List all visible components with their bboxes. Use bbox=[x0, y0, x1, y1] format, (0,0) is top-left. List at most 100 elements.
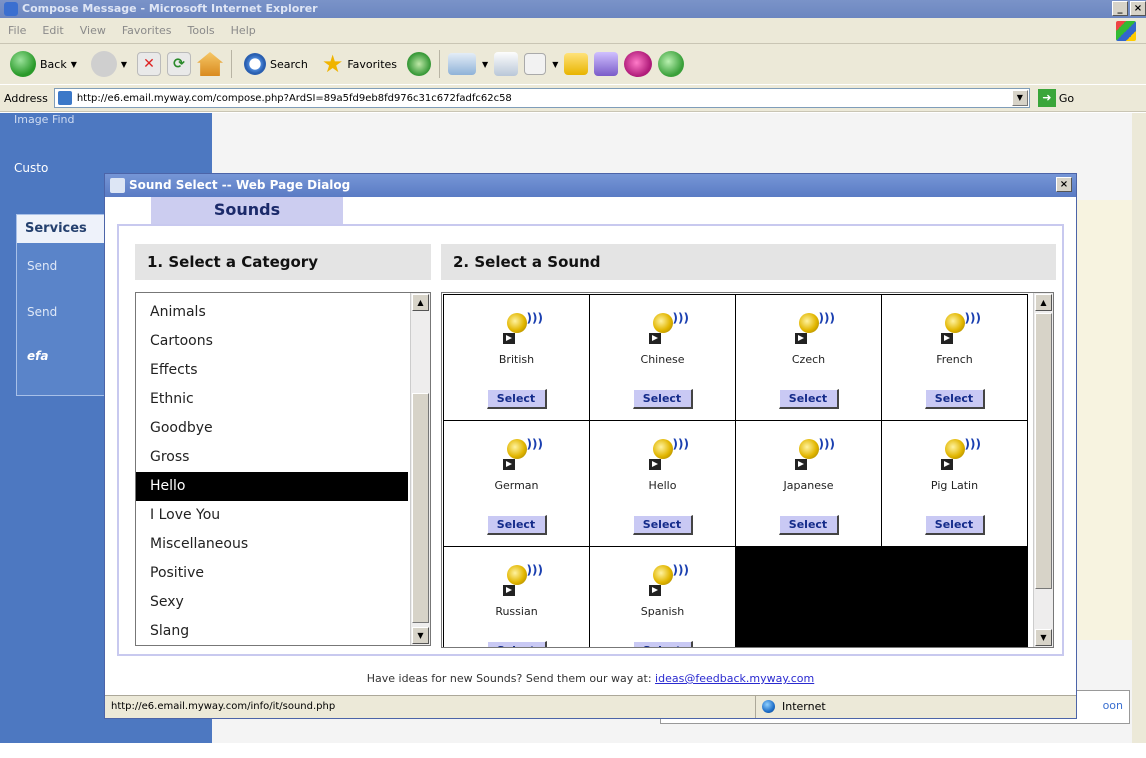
minimize-button[interactable]: _ bbox=[1112, 1, 1128, 16]
scroll-down-icon[interactable]: ▼ bbox=[1035, 629, 1052, 646]
history-icon[interactable] bbox=[407, 52, 432, 76]
select-button[interactable]: Select bbox=[778, 515, 839, 535]
sound-name: Japanese bbox=[783, 479, 834, 492]
sound-cell: ))) Hello Select bbox=[589, 420, 736, 547]
page-right-tab[interactable]: oon bbox=[1103, 699, 1123, 712]
menu-tools[interactable]: Tools bbox=[188, 24, 215, 37]
category-list[interactable]: Animals Cartoons Effects Ethnic Goodbye … bbox=[135, 292, 431, 646]
ideas-email-link[interactable]: ideas@feedback.myway.com bbox=[655, 672, 814, 685]
scroll-thumb[interactable] bbox=[1035, 313, 1052, 589]
go-button[interactable]: ➜ Go bbox=[1037, 89, 1074, 107]
menu-file[interactable]: File bbox=[8, 24, 26, 37]
empty-cell bbox=[735, 546, 882, 647]
list-item[interactable]: Ethnic bbox=[136, 385, 408, 414]
speaker-icon[interactable]: ))) bbox=[794, 435, 835, 471]
select-button[interactable]: Select bbox=[778, 389, 839, 409]
speaker-cone bbox=[652, 565, 673, 585]
close-window-button[interactable]: × bbox=[1130, 1, 1146, 16]
smiley-icon[interactable] bbox=[624, 51, 653, 77]
forward-dropdown-icon[interactable]: ▼ bbox=[121, 60, 127, 69]
select-button[interactable]: Select bbox=[486, 389, 547, 409]
star-icon: ★ bbox=[321, 50, 344, 78]
sound-name: German bbox=[494, 479, 539, 492]
back-label: Back bbox=[40, 57, 67, 71]
menu-help[interactable]: Help bbox=[231, 24, 256, 37]
edit-icon[interactable] bbox=[524, 53, 547, 75]
speaker-icon[interactable]: ))) bbox=[794, 309, 835, 345]
ideas-text: Have ideas for new Sounds? Send them our… bbox=[366, 672, 652, 685]
sidebar-item-image-find[interactable]: Image Find bbox=[14, 113, 74, 126]
scroll-up-icon[interactable]: ▲ bbox=[412, 294, 429, 311]
sound-select-dialog: Sound Select -- Web Page Dialog × Sounds… bbox=[104, 173, 1077, 719]
search-button[interactable]: Search bbox=[240, 48, 312, 80]
windows-logo-icon bbox=[1116, 21, 1136, 41]
list-item[interactable]: Animals bbox=[136, 298, 408, 327]
category-scrollbar[interactable]: ▲ ▼ bbox=[410, 293, 430, 645]
select-button[interactable]: Select bbox=[632, 515, 693, 535]
speaker-icon[interactable]: ))) bbox=[648, 435, 689, 471]
page-scrollbar[interactable] bbox=[1132, 113, 1146, 743]
select-button[interactable]: Select bbox=[486, 641, 547, 647]
play-icon bbox=[502, 459, 515, 470]
services-item-send[interactable]: Send bbox=[27, 259, 57, 273]
tab-sounds[interactable]: Sounds bbox=[151, 197, 343, 225]
list-item-selected[interactable]: Hello bbox=[136, 472, 408, 501]
list-item[interactable]: Positive bbox=[136, 559, 408, 588]
forward-button[interactable]: ▼ bbox=[87, 48, 131, 80]
scroll-down-icon[interactable]: ▼ bbox=[412, 627, 429, 644]
dialog-content: 1. Select a Category 2. Select a Sound A… bbox=[117, 224, 1064, 656]
list-item[interactable]: Gross bbox=[136, 443, 408, 472]
search-label: Search bbox=[270, 57, 308, 71]
list-item[interactable]: I Love You bbox=[136, 501, 408, 530]
page-icon bbox=[57, 91, 72, 105]
scroll-thumb[interactable] bbox=[412, 393, 429, 623]
speaker-icon[interactable]: ))) bbox=[502, 309, 543, 345]
speaker-icon[interactable]: ))) bbox=[648, 309, 689, 345]
speaker-icon[interactable]: ))) bbox=[502, 561, 543, 597]
sound-cell: ))) French Select bbox=[881, 294, 1028, 421]
speaker-cone bbox=[506, 565, 527, 585]
folder-icon[interactable] bbox=[564, 53, 589, 75]
select-button[interactable]: Select bbox=[924, 389, 985, 409]
back-button[interactable]: Back ▼ bbox=[6, 48, 81, 80]
list-item[interactable]: Sexy bbox=[136, 588, 408, 617]
play-icon bbox=[502, 585, 515, 596]
address-input[interactable]: http://e6.email.myway.com/compose.php?Ar… bbox=[53, 88, 1030, 108]
ie-window-title: Compose Message - Microsoft Internet Exp… bbox=[22, 2, 318, 15]
menu-favorites[interactable]: Favorites bbox=[122, 24, 172, 37]
print-icon[interactable] bbox=[494, 52, 519, 76]
services-item-efax[interactable]: efa bbox=[27, 349, 48, 363]
menu-view[interactable]: View bbox=[80, 24, 106, 37]
select-button[interactable]: Select bbox=[486, 515, 547, 535]
play-icon bbox=[648, 333, 661, 344]
mail-icon[interactable] bbox=[448, 53, 477, 75]
speaker-icon[interactable]: ))) bbox=[940, 309, 981, 345]
messenger-icon[interactable] bbox=[594, 52, 619, 76]
edit-dropdown-icon[interactable]: ▼ bbox=[552, 60, 558, 69]
sidebar-item-custom[interactable]: Custo bbox=[14, 161, 48, 175]
speaker-icon[interactable]: ))) bbox=[502, 435, 543, 471]
select-button[interactable]: Select bbox=[632, 389, 693, 409]
dialog-close-button[interactable]: × bbox=[1056, 177, 1072, 192]
home-icon[interactable] bbox=[197, 52, 224, 76]
refresh-icon[interactable]: ⟳ bbox=[167, 52, 192, 76]
sound-scrollbar[interactable]: ▲ ▼ bbox=[1033, 293, 1053, 647]
address-dropdown-icon[interactable]: ▼ bbox=[1011, 90, 1028, 106]
list-item[interactable]: Goodbye bbox=[136, 414, 408, 443]
services-item-send[interactable]: Send bbox=[27, 305, 57, 319]
select-button[interactable]: Select bbox=[924, 515, 985, 535]
back-dropdown-icon[interactable]: ▼ bbox=[71, 60, 77, 69]
speaker-icon[interactable]: ))) bbox=[648, 561, 689, 597]
list-item[interactable]: Effects bbox=[136, 356, 408, 385]
select-button[interactable]: Select bbox=[632, 641, 693, 647]
menu-edit[interactable]: Edit bbox=[42, 24, 63, 37]
favorites-button[interactable]: ★ Favorites bbox=[318, 48, 401, 80]
stop-icon[interactable]: ✕ bbox=[137, 52, 162, 76]
speaker-icon[interactable]: ))) bbox=[940, 435, 981, 471]
list-item[interactable]: Miscellaneous bbox=[136, 530, 408, 559]
list-item[interactable]: Slang bbox=[136, 617, 408, 645]
list-item[interactable]: Cartoons bbox=[136, 327, 408, 356]
mail-dropdown-icon[interactable]: ▼ bbox=[482, 60, 488, 69]
scroll-up-icon[interactable]: ▲ bbox=[1035, 294, 1052, 311]
people-icon[interactable] bbox=[658, 51, 685, 77]
